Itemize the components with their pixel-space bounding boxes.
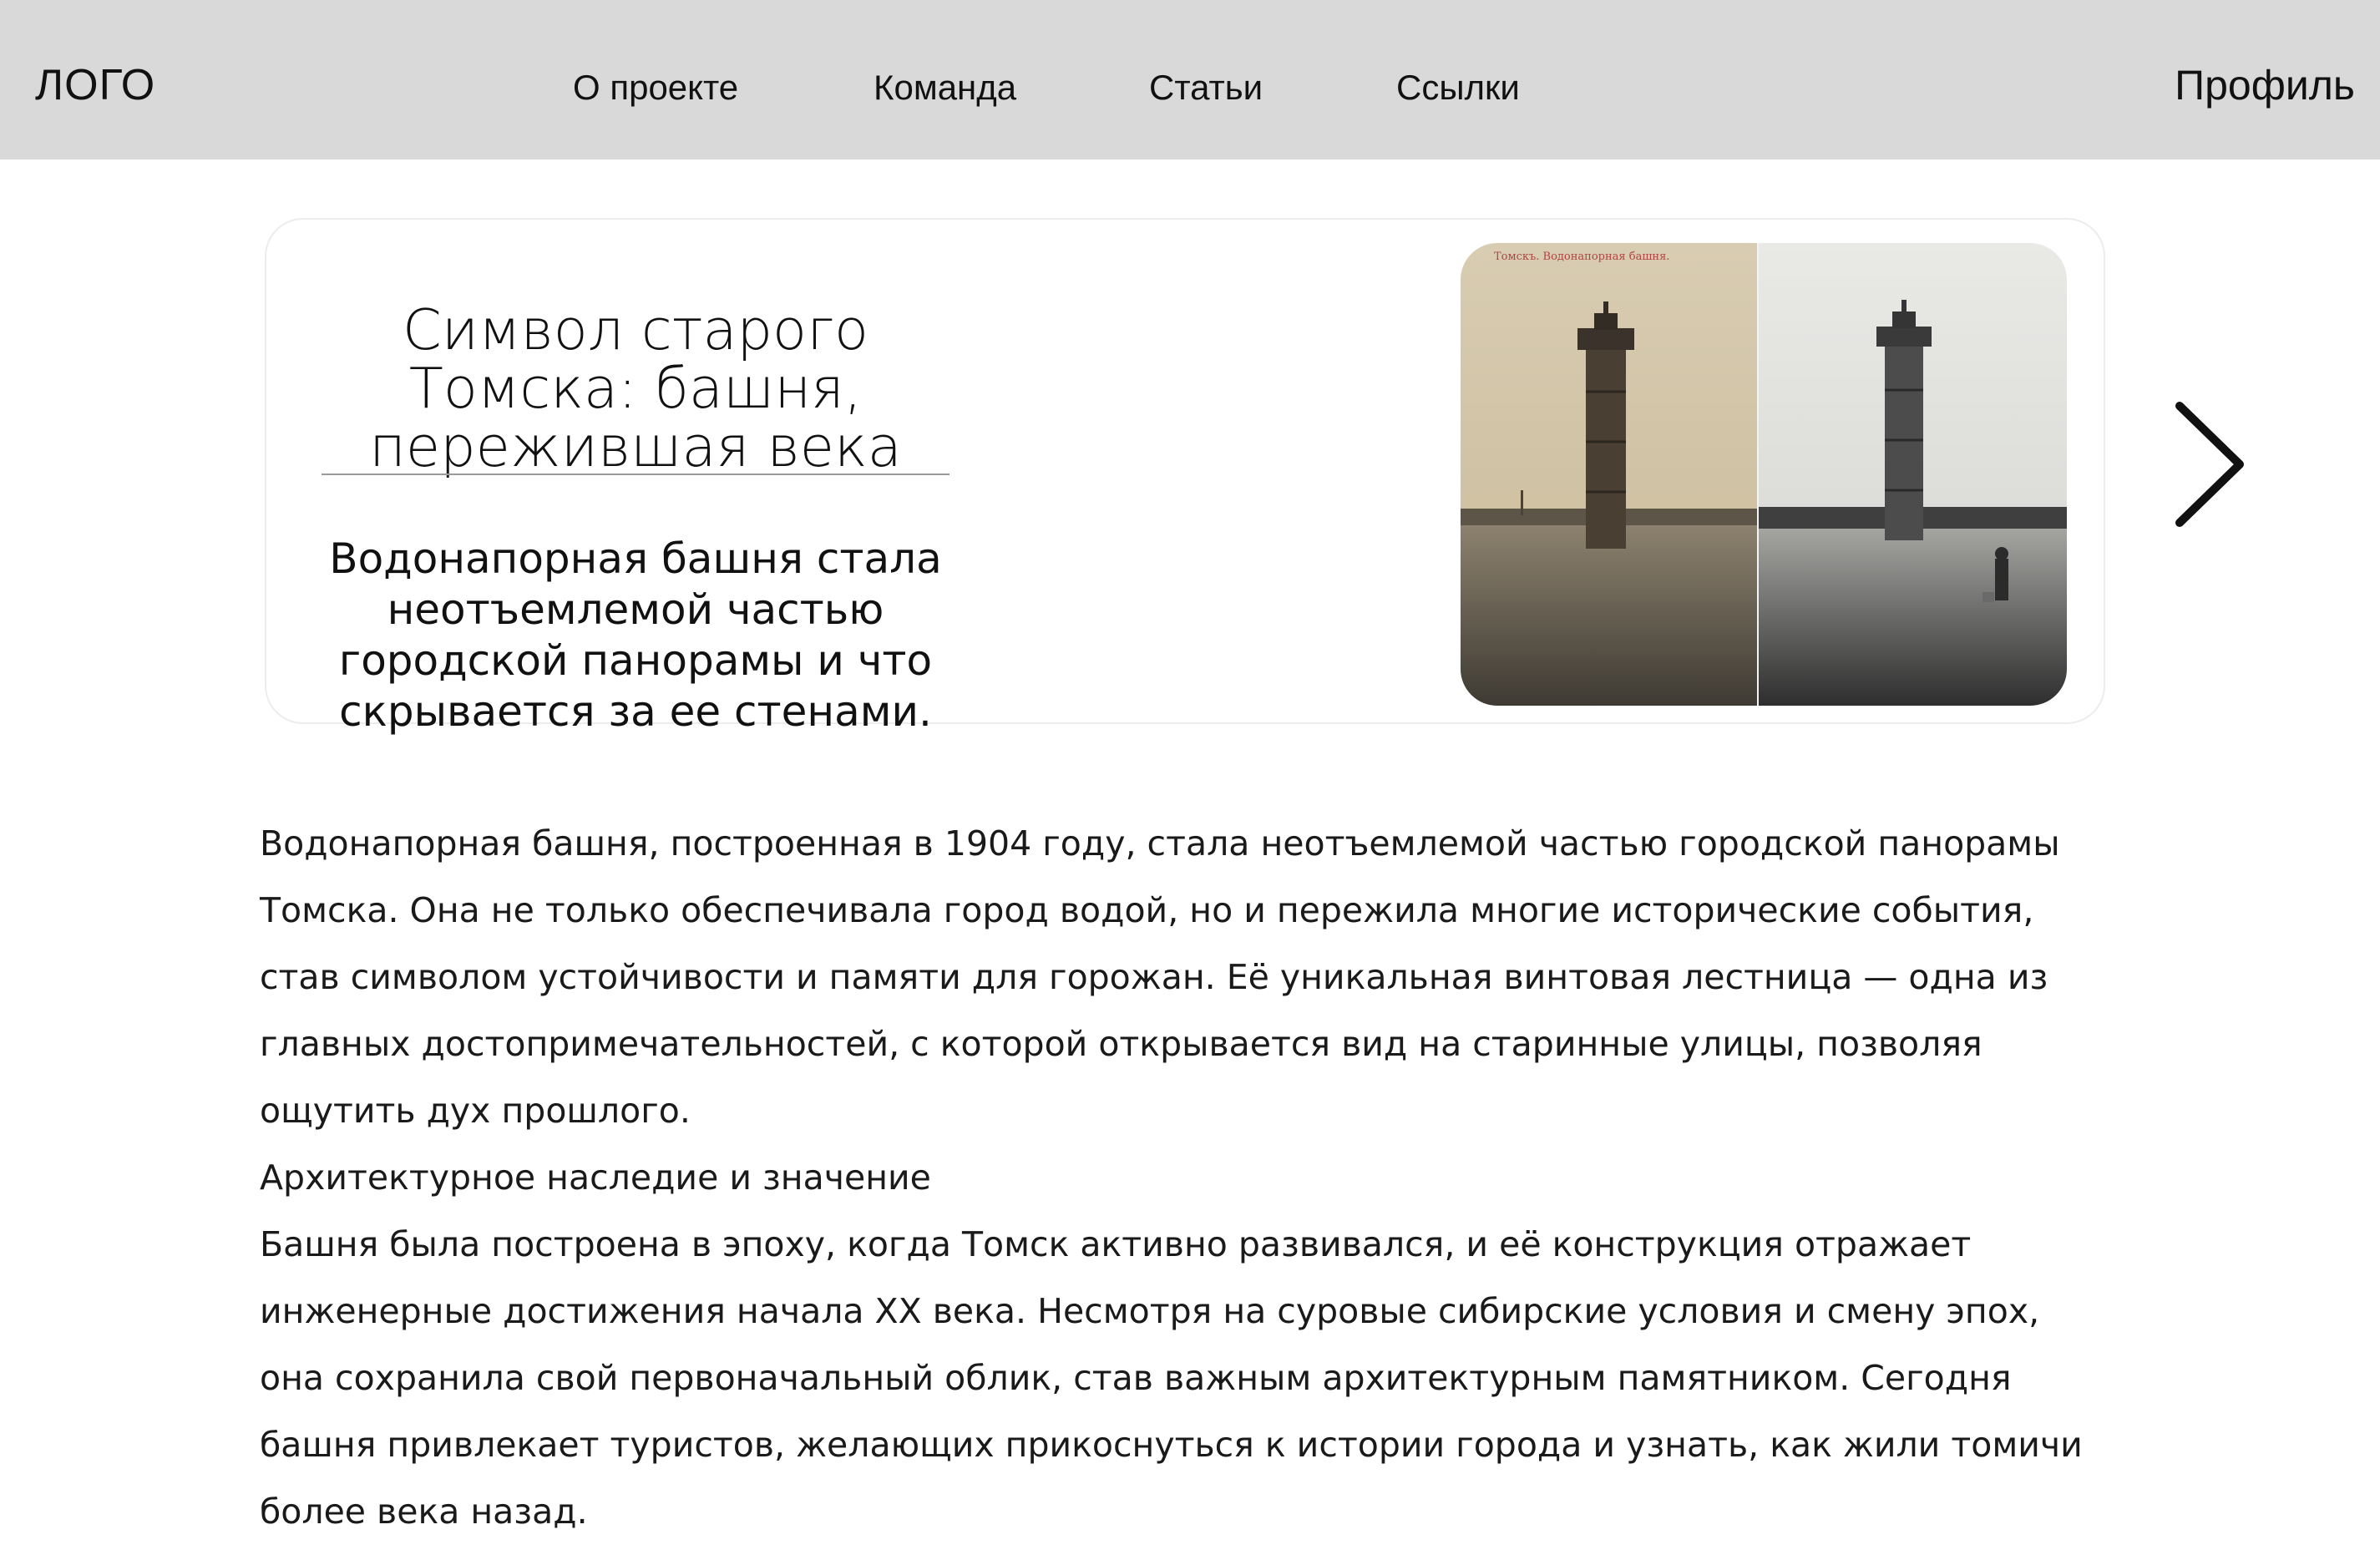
profile-link[interactable]: Профиль: [2175, 60, 2355, 110]
top-navigation-bar: ЛОГО О проекте Команда Статьи Ссылки Про…: [0, 0, 2380, 160]
featured-article-card[interactable]: Символ старого Томска: башня, пережившая…: [265, 218, 2105, 736]
nav-item-about[interactable]: О проекте: [573, 67, 738, 109]
title-divider: [322, 474, 949, 475]
nav-item-articles[interactable]: Статьи: [1149, 67, 1263, 109]
article-body: Водонапорная башня, построенная в 1904 г…: [260, 810, 2097, 1545]
water-tower-photo: Томскъ. Водонапорная башня.: [1461, 243, 2067, 706]
photo-caption: Томскъ. Водонапорная башня.: [1494, 251, 1669, 263]
chevron-right-icon[interactable]: [2170, 399, 2250, 529]
logo[interactable]: ЛОГО: [35, 60, 155, 110]
article-body-paragraph: Башня была построена в эпоху, когда Томс…: [260, 1224, 2083, 1532]
featured-article-subtitle: Водонапорная башня стала неотъемлемой ча…: [329, 534, 942, 736]
article-intro-paragraph: Водонапорная башня, построенная в 1904 г…: [260, 823, 2060, 1131]
featured-article-title: Символ старого Томска: башня, пережившая…: [369, 296, 902, 479]
article-section-heading: Архитектурное наследие и значение: [260, 1157, 931, 1198]
nav-item-links[interactable]: Ссылки: [1396, 67, 1520, 109]
nav-item-team[interactable]: Команда: [874, 67, 1016, 109]
